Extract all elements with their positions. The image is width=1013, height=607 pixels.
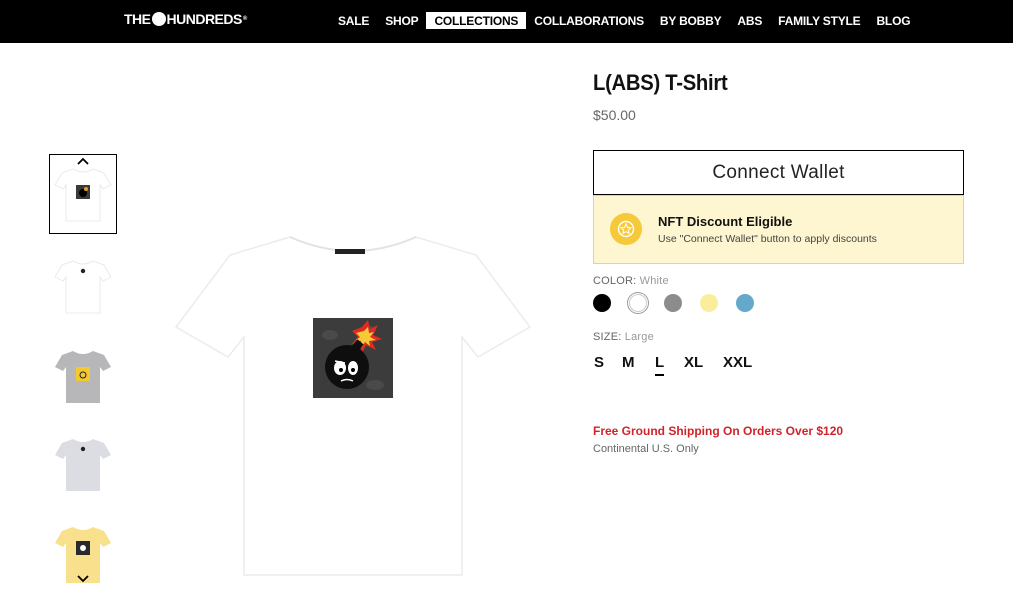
brand-logo[interactable]: THE HUNDREDS ® bbox=[124, 11, 247, 27]
swatch-black[interactable] bbox=[593, 294, 611, 312]
color-label-key: COLOR: bbox=[593, 275, 637, 287]
nft-subtitle: Use "Connect Wallet" button to apply dis… bbox=[658, 233, 877, 245]
swatch-yellow[interactable] bbox=[700, 294, 718, 312]
logo-mark: ® bbox=[242, 16, 247, 22]
tshirt-thumb-image bbox=[54, 260, 112, 314]
size-label: SIZE: Large bbox=[593, 331, 654, 343]
logo-text-left: THE bbox=[124, 11, 151, 27]
product-price: $50.00 bbox=[593, 107, 636, 123]
size-m[interactable]: M bbox=[622, 354, 635, 374]
product-main-image[interactable] bbox=[170, 225, 540, 577]
thumbnail-gallery bbox=[49, 154, 117, 584]
chevron-down-icon[interactable] bbox=[77, 574, 89, 584]
nft-title: NFT Discount Eligible bbox=[658, 214, 793, 229]
connect-wallet-button[interactable]: Connect Wallet bbox=[593, 150, 964, 195]
top-nav-bar: THE HUNDREDS ® SALE SHOP COLLECTIONS COL… bbox=[0, 0, 1013, 43]
tshirt-thumb-image bbox=[55, 439, 111, 491]
bomb-logo-icon bbox=[151, 12, 166, 26]
logo-text-right: HUNDREDS bbox=[166, 11, 243, 27]
color-label-value: White bbox=[639, 275, 669, 287]
tshirt-thumb-image bbox=[55, 351, 111, 403]
size-l[interactable]: L bbox=[655, 354, 665, 376]
nft-coin-icon bbox=[610, 213, 642, 245]
nav-family-style[interactable]: FAMILY STYLE bbox=[770, 12, 868, 29]
nav-by-bobby[interactable]: BY BOBBY bbox=[652, 12, 730, 29]
swatch-white[interactable] bbox=[629, 294, 647, 312]
color-label: COLOR: White bbox=[593, 275, 669, 287]
size-xxl[interactable]: XXL bbox=[723, 354, 752, 374]
nav-blog[interactable]: BLOG bbox=[868, 12, 918, 29]
nav-collections[interactable]: COLLECTIONS bbox=[426, 12, 527, 29]
free-shipping-notice: Free Ground Shipping On Orders Over $120 bbox=[593, 424, 844, 438]
nav-shop[interactable]: SHOP bbox=[377, 12, 426, 29]
shipping-restriction: Continental U.S. Only bbox=[593, 443, 699, 455]
tshirt-thumb-image bbox=[54, 168, 112, 222]
thumbnail-1[interactable] bbox=[49, 154, 117, 234]
size-s[interactable]: S bbox=[594, 354, 604, 374]
nav-collaborations[interactable]: COLLABORATIONS bbox=[526, 12, 652, 29]
nav-sale[interactable]: SALE bbox=[330, 12, 377, 29]
nav-abs[interactable]: ABS bbox=[729, 12, 770, 29]
main-nav: SALE SHOP COLLECTIONS COLLABORATIONS BY … bbox=[330, 12, 918, 29]
size-label-key: SIZE: bbox=[593, 331, 622, 343]
swatch-grey[interactable] bbox=[664, 294, 682, 312]
thumbnail-2[interactable] bbox=[49, 246, 117, 326]
size-label-value: Large bbox=[624, 331, 654, 343]
thumbnail-3[interactable] bbox=[49, 336, 117, 416]
chevron-up-icon[interactable] bbox=[77, 156, 89, 166]
swatch-blue[interactable] bbox=[736, 294, 754, 312]
product-title: L(ABS) T-Shirt bbox=[593, 70, 728, 95]
thumbnail-4[interactable] bbox=[49, 424, 117, 504]
nft-discount-banner: NFT Discount Eligible Use "Connect Walle… bbox=[593, 195, 964, 264]
size-xl[interactable]: XL bbox=[684, 354, 703, 374]
